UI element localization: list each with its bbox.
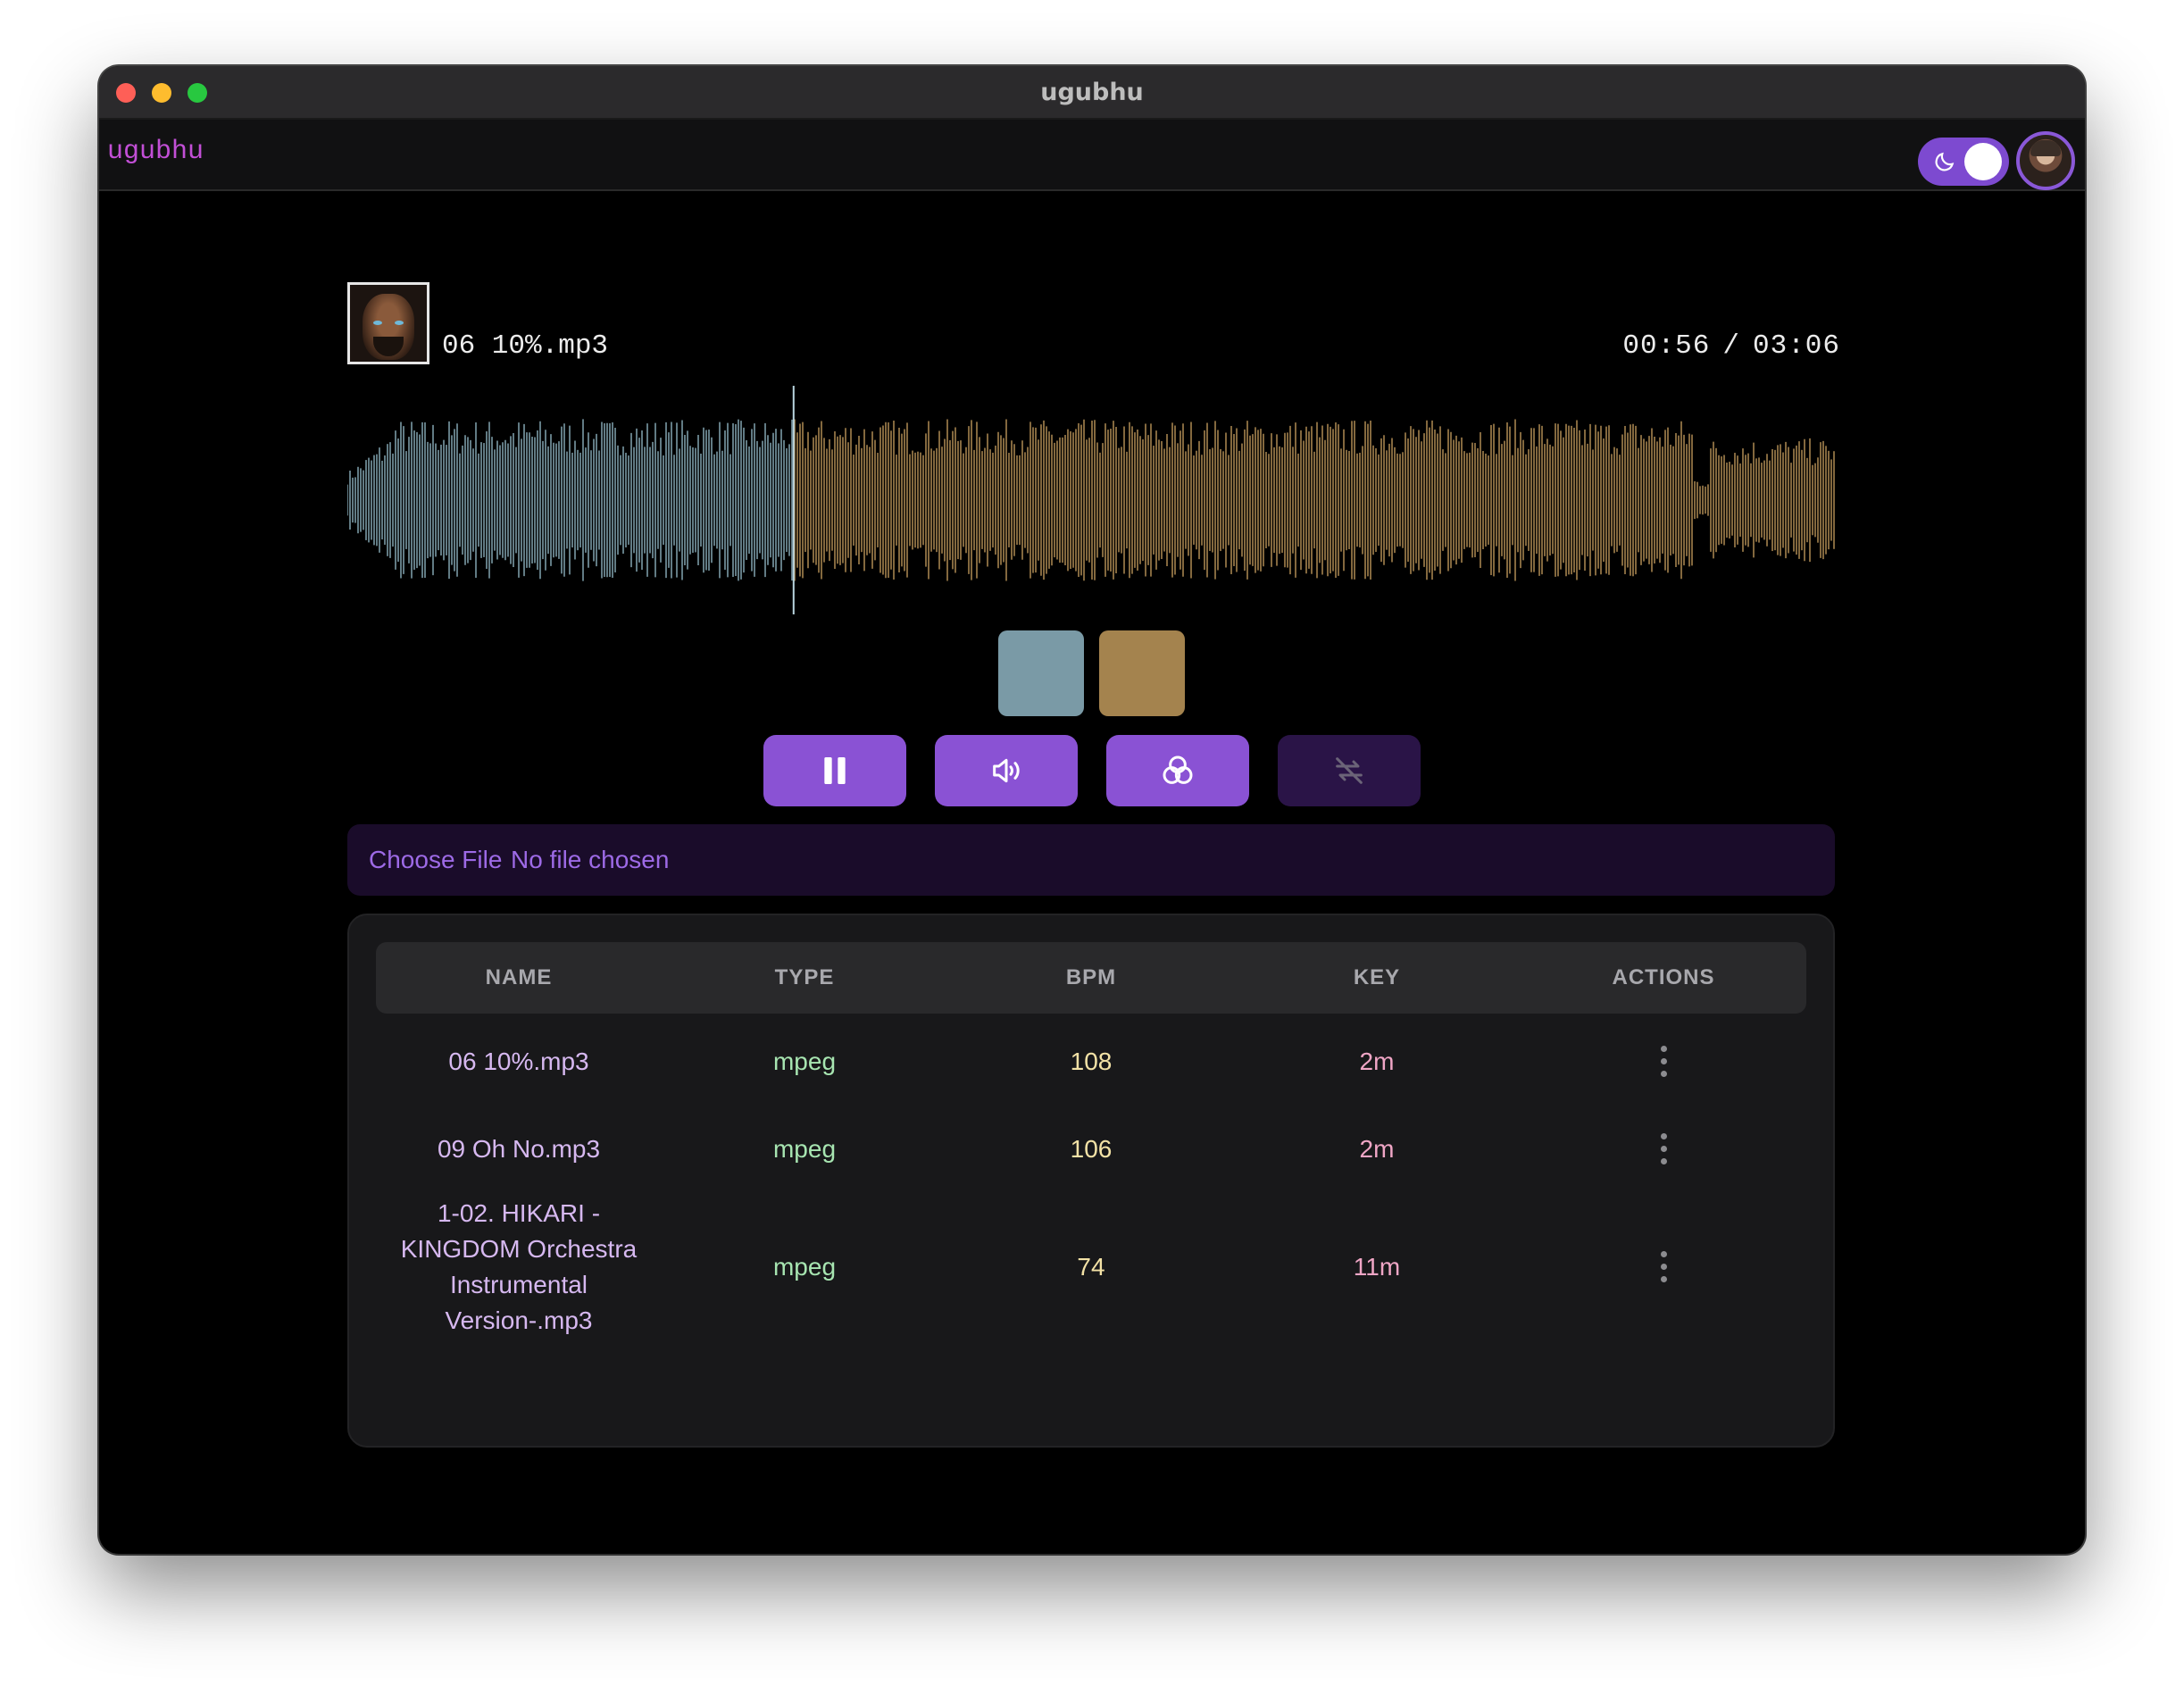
file-status: No file chosen (511, 846, 670, 873)
title-bar: ugubhu (99, 66, 2085, 120)
time-display: 00:56 / 03:06 (1622, 330, 1840, 362)
track-name-cell: 06 10%.mp3 (448, 1047, 589, 1075)
loop-button[interactable] (1278, 735, 1421, 806)
more-options-icon[interactable] (1659, 1046, 1668, 1078)
header-key[interactable]: KEY (1234, 942, 1520, 1014)
track-type-cell: mpeg (772, 1253, 837, 1281)
app-window: ugubhu ugubhu 06 10%.mp3 00:56 / 03:06 Cho… (99, 66, 2085, 1554)
volume-icon (993, 758, 1020, 783)
header-actions: ACTIONS (1612, 965, 1715, 989)
track-type-cell: mpeg (772, 1047, 837, 1075)
loop-icon (1336, 757, 1363, 784)
user-avatar[interactable] (2016, 131, 2075, 190)
played-color-swatch[interactable] (998, 630, 1084, 716)
volume-button[interactable] (935, 735, 1078, 806)
toggle-knob (1964, 143, 2002, 180)
track-key-cell: 2m (1359, 1047, 1395, 1075)
header-type[interactable]: TYPE (662, 942, 947, 1014)
theme-toggle[interactable] (1918, 138, 2009, 186)
track-bpm-cell: 108 (1070, 1047, 1113, 1075)
track-key-cell: 2m (1359, 1135, 1395, 1163)
pause-button[interactable] (763, 735, 906, 806)
header-bpm[interactable]: BPM (948, 942, 1234, 1014)
effects-icon (1163, 755, 1193, 784)
brand-logo[interactable]: ugubhu (107, 137, 204, 167)
table-row[interactable]: 1-02. HIKARI - KINGDOM Orchestra Instrum… (376, 1190, 1806, 1344)
navbar: ugubhu (99, 120, 2085, 191)
track-key-cell: 11m (1353, 1253, 1401, 1281)
album-art (347, 282, 429, 364)
moon-icon (1935, 152, 1955, 171)
time-separator: / (1722, 330, 1740, 362)
track-type-cell: mpeg (772, 1135, 837, 1163)
window-title: ugubhu (1040, 79, 1144, 106)
track-bpm-cell: 106 (1070, 1135, 1113, 1163)
actions-cell (1521, 1026, 1806, 1098)
table-header: NAME TYPE BPM KEY ACTIONS (376, 942, 1806, 1014)
waveform[interactable] (347, 386, 1835, 614)
choose-file-button[interactable]: Choose File (369, 846, 502, 874)
track-name-cell: 1-02. HIKARI - KINGDOM Orchestra Instrum… (400, 1199, 638, 1334)
track-table: NAME TYPE BPM KEY ACTIONS 06 10%.mp3 mpe… (347, 914, 1835, 1448)
current-time: 00:56 (1622, 330, 1711, 362)
track-bpm-cell: 74 (1077, 1253, 1105, 1281)
table-row[interactable]: 09 Oh No.mp3 mpeg 106 2m (376, 1114, 1806, 1185)
track-name: 06 10%.mp3 (442, 330, 609, 362)
header-name[interactable]: NAME (376, 942, 662, 1014)
table-row[interactable]: 06 10%.mp3 mpeg 108 2m (376, 1026, 1806, 1098)
more-options-icon[interactable] (1659, 1251, 1668, 1283)
pause-icon (824, 757, 846, 784)
file-input[interactable]: Choose File No file chosen (347, 824, 1835, 896)
effects-button[interactable] (1106, 735, 1249, 806)
actions-cell (1521, 1114, 1806, 1185)
actions-cell (1521, 1190, 1806, 1344)
more-options-icon[interactable] (1659, 1133, 1668, 1165)
duration: 03:06 (1752, 330, 1840, 362)
unplayed-color-swatch[interactable] (1099, 630, 1185, 716)
track-name-cell: 09 Oh No.mp3 (437, 1135, 601, 1163)
